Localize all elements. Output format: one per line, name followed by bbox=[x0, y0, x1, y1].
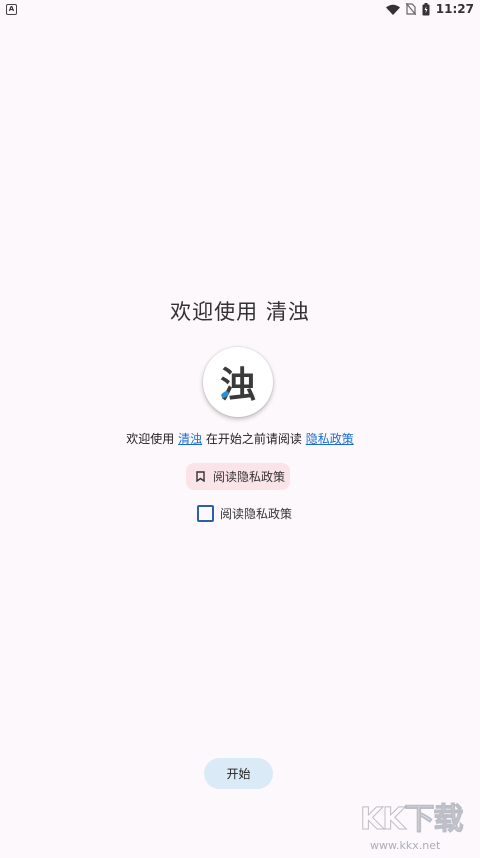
consent-checkbox[interactable] bbox=[197, 505, 214, 522]
privacy-policy-link[interactable]: 隐私政策 bbox=[306, 432, 354, 446]
consent-checkbox-label: 阅读隐私政策 bbox=[220, 507, 293, 521]
status-right: 11:27 bbox=[385, 2, 474, 16]
watermark-logo: KK下载 bbox=[360, 802, 465, 838]
app-name-link[interactable]: 清浊 bbox=[178, 432, 202, 446]
status-left: A bbox=[6, 3, 17, 15]
no-sim-icon bbox=[405, 3, 416, 15]
watermark-url: www.kkx.net bbox=[370, 839, 441, 852]
intro-prefix: 欢迎使用 bbox=[126, 432, 179, 446]
battery-charging-icon bbox=[422, 2, 430, 16]
status-bar: A 11:27 bbox=[0, 0, 480, 18]
wifi-icon bbox=[385, 4, 400, 15]
bookmark-icon bbox=[196, 471, 205, 482]
app-logo-glyph: 浊 bbox=[219, 364, 256, 406]
page-title: 欢迎使用 清浊 bbox=[170, 300, 310, 324]
read-policy-chip-label: 阅读隐私政策 bbox=[213, 470, 286, 484]
status-time: 11:27 bbox=[435, 2, 474, 16]
consent-checkbox-row[interactable]: 阅读隐私政策 bbox=[197, 505, 292, 522]
read-policy-chip[interactable]: 阅读隐私政策 bbox=[186, 463, 290, 490]
watermark: KK下载 www.kkx.net bbox=[360, 800, 476, 856]
app-notification-icon: A bbox=[6, 3, 17, 15]
start-button[interactable]: 开始 bbox=[204, 758, 273, 789]
intro-text: 欢迎使用 清浊 在开始之前请阅读 隐私政策 bbox=[0, 430, 480, 447]
app-logo: 浊 bbox=[203, 347, 273, 417]
intro-middle: 在开始之前请阅读 bbox=[202, 432, 306, 446]
